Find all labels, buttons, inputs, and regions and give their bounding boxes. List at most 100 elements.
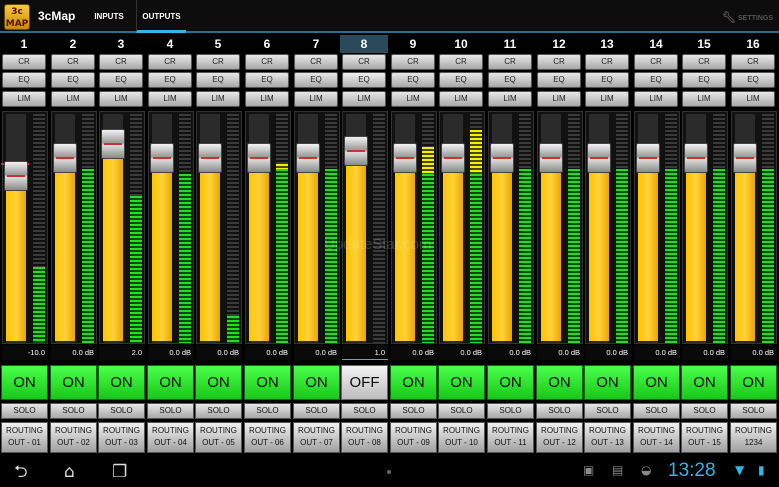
cr-button[interactable]: CR: [51, 54, 95, 70]
fader-handle[interactable]: [393, 143, 417, 173]
mute-toggle-button[interactable]: ON: [584, 365, 631, 400]
fader-handle[interactable]: [296, 143, 320, 173]
cr-button[interactable]: CR: [342, 54, 386, 70]
channel-number[interactable]: 8: [340, 35, 388, 53]
tab-outputs[interactable]: OUTPUTS: [136, 0, 186, 33]
routing-button[interactable]: ROUTING 1234: [730, 422, 777, 453]
routing-button[interactable]: ROUTING OUT - 09: [390, 422, 437, 453]
lim-button[interactable]: LIM: [294, 91, 338, 107]
solo-button[interactable]: SOLO: [730, 403, 777, 419]
solo-button[interactable]: SOLO: [681, 403, 728, 419]
solo-button[interactable]: SOLO: [536, 403, 583, 419]
cr-button[interactable]: CR: [245, 54, 289, 70]
lim-button[interactable]: LIM: [51, 91, 95, 107]
mute-toggle-button[interactable]: ON: [633, 365, 680, 400]
fader-handle[interactable]: [441, 143, 465, 173]
lim-button[interactable]: LIM: [634, 91, 678, 107]
mute-toggle-button[interactable]: ON: [681, 365, 728, 400]
routing-button[interactable]: ROUTING OUT - 05: [195, 422, 242, 453]
cr-button[interactable]: CR: [682, 54, 726, 70]
eq-button[interactable]: EQ: [342, 72, 386, 88]
cr-button[interactable]: CR: [634, 54, 678, 70]
lim-button[interactable]: LIM: [196, 91, 240, 107]
fader-handle[interactable]: [198, 143, 222, 173]
solo-button[interactable]: SOLO: [633, 403, 680, 419]
channel-number[interactable]: 5: [194, 35, 242, 53]
mute-toggle-button[interactable]: ON: [536, 365, 583, 400]
eq-button[interactable]: EQ: [439, 72, 483, 88]
cr-button[interactable]: CR: [391, 54, 435, 70]
lim-button[interactable]: LIM: [682, 91, 726, 107]
eq-button[interactable]: EQ: [51, 72, 95, 88]
eq-button[interactable]: EQ: [2, 72, 46, 88]
solo-button[interactable]: SOLO: [341, 403, 388, 419]
routing-button[interactable]: ROUTING OUT - 14: [633, 422, 680, 453]
lim-button[interactable]: LIM: [99, 91, 143, 107]
routing-button[interactable]: ROUTING OUT - 15: [681, 422, 728, 453]
back-icon[interactable]: ⮌: [14, 461, 28, 483]
fader-handle[interactable]: [344, 136, 368, 166]
channel-number[interactable]: 1: [0, 35, 48, 53]
eq-button[interactable]: EQ: [148, 72, 192, 88]
eq-button[interactable]: EQ: [99, 72, 143, 88]
fader-handle[interactable]: [636, 143, 660, 173]
fader-handle[interactable]: [101, 129, 125, 159]
lim-button[interactable]: LIM: [585, 91, 629, 107]
fader-handle[interactable]: [4, 161, 28, 191]
solo-button[interactable]: SOLO: [438, 403, 485, 419]
routing-button[interactable]: ROUTING OUT - 08: [341, 422, 388, 453]
settings-button[interactable]: 🔧︎ SETTINGS: [722, 11, 773, 24]
routing-button[interactable]: ROUTING OUT - 01: [1, 422, 48, 453]
channel-number[interactable]: 4: [146, 35, 194, 53]
solo-button[interactable]: SOLO: [390, 403, 437, 419]
cr-button[interactable]: CR: [196, 54, 240, 70]
fader-handle[interactable]: [150, 143, 174, 173]
channel-number[interactable]: 14: [632, 35, 680, 53]
lim-button[interactable]: LIM: [731, 91, 775, 107]
lim-button[interactable]: LIM: [391, 91, 435, 107]
home-icon[interactable]: ⌂: [64, 461, 75, 483]
cr-button[interactable]: CR: [2, 54, 46, 70]
lim-button[interactable]: LIM: [537, 91, 581, 107]
fader-handle[interactable]: [53, 143, 77, 173]
eq-button[interactable]: EQ: [196, 72, 240, 88]
cr-button[interactable]: CR: [439, 54, 483, 70]
lim-button[interactable]: LIM: [439, 91, 483, 107]
fader-handle[interactable]: [539, 143, 563, 173]
solo-button[interactable]: SOLO: [244, 403, 291, 419]
solo-button[interactable]: SOLO: [147, 403, 194, 419]
mute-toggle-button[interactable]: ON: [730, 365, 777, 400]
channel-number[interactable]: 2: [49, 35, 97, 53]
routing-button[interactable]: ROUTING OUT - 13: [584, 422, 631, 453]
mute-toggle-button[interactable]: ON: [195, 365, 242, 400]
solo-button[interactable]: SOLO: [98, 403, 145, 419]
eq-button[interactable]: EQ: [537, 72, 581, 88]
eq-button[interactable]: EQ: [294, 72, 338, 88]
fader-handle[interactable]: [587, 143, 611, 173]
mute-toggle-button[interactable]: ON: [244, 365, 291, 400]
channel-number[interactable]: 10: [437, 35, 485, 53]
routing-button[interactable]: ROUTING OUT - 10: [438, 422, 485, 453]
mute-toggle-button[interactable]: ON: [147, 365, 194, 400]
eq-button[interactable]: EQ: [245, 72, 289, 88]
fader-handle[interactable]: [490, 143, 514, 173]
cr-button[interactable]: CR: [294, 54, 338, 70]
solo-button[interactable]: SOLO: [195, 403, 242, 419]
eq-button[interactable]: EQ: [634, 72, 678, 88]
channel-number[interactable]: 7: [292, 35, 340, 53]
eq-button[interactable]: EQ: [585, 72, 629, 88]
eq-button[interactable]: EQ: [488, 72, 532, 88]
mute-toggle-button[interactable]: ON: [98, 365, 145, 400]
mute-toggle-button[interactable]: ON: [438, 365, 485, 400]
solo-button[interactable]: SOLO: [487, 403, 534, 419]
recent-apps-icon[interactable]: ❐: [112, 461, 127, 483]
routing-button[interactable]: ROUTING OUT - 06: [244, 422, 291, 453]
fader-handle[interactable]: [247, 143, 271, 173]
mute-toggle-button[interactable]: ON: [1, 365, 48, 400]
routing-button[interactable]: ROUTING OUT - 11: [487, 422, 534, 453]
channel-number[interactable]: 3: [97, 35, 145, 53]
lim-button[interactable]: LIM: [488, 91, 532, 107]
cr-button[interactable]: CR: [99, 54, 143, 70]
cr-button[interactable]: CR: [585, 54, 629, 70]
mute-toggle-button[interactable]: ON: [50, 365, 97, 400]
